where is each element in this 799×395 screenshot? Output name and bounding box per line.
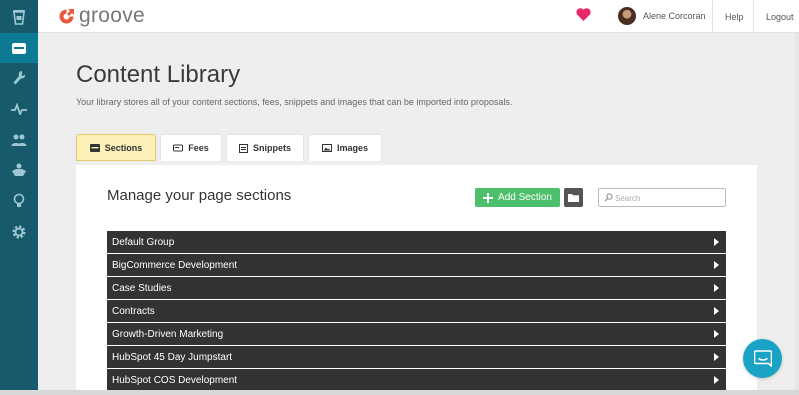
panel-title: Manage your page sections [107, 187, 292, 204]
caret-right-icon [714, 353, 719, 361]
caret-right-icon [714, 238, 719, 246]
sidebar-item-tools[interactable] [0, 63, 38, 93]
tab-label: Images [336, 143, 369, 153]
tab-snippets[interactable]: Snippets [226, 134, 304, 161]
heart-icon[interactable] [576, 8, 591, 21]
group-row-hubspot-jumpstart[interactable]: HubSpot 45 Day Jumpstart [107, 346, 726, 368]
user-name[interactable]: Alene Corcoran [643, 11, 706, 21]
caret-right-icon [714, 376, 719, 384]
add-section-label: Add Section [498, 192, 552, 203]
group-row-default[interactable]: Default Group [107, 231, 726, 253]
group-row-contracts[interactable]: Contracts [107, 300, 726, 322]
chat-launcher-button[interactable] [743, 339, 782, 378]
caret-right-icon [714, 307, 719, 315]
cup-icon [13, 10, 25, 25]
sidebar-item-cup[interactable] [0, 2, 38, 32]
tab-label: Sections [104, 142, 143, 153]
fees-icon [173, 144, 184, 152]
search-icon [604, 193, 613, 202]
library-icon [12, 42, 26, 54]
page-title: Content Library [76, 61, 241, 88]
nav-divider [712, 0, 713, 33]
group-label: HubSpot 45 Day Jumpstart [112, 351, 233, 363]
plus-icon [483, 192, 494, 203]
caret-right-icon [714, 261, 719, 269]
sidebar-item-deals[interactable] [0, 155, 38, 185]
tab-label: Snippets [252, 143, 291, 153]
wrench-icon [13, 71, 26, 85]
caret-right-icon [714, 330, 719, 338]
sidebar-item-ideas[interactable] [0, 186, 38, 216]
sidebar [0, 0, 38, 395]
group-label: HubSpot COS Development [112, 374, 238, 386]
handshake-icon [12, 163, 26, 176]
section-group-list: Default Group BigCommerce Development Ca… [107, 231, 726, 392]
people-icon [11, 134, 27, 146]
new-folder-button[interactable] [564, 188, 583, 207]
caret-right-icon [714, 284, 719, 292]
tab-label: Fees [188, 143, 209, 153]
sidebar-item-activity[interactable] [0, 94, 38, 124]
sidebar-item-contacts[interactable] [0, 125, 38, 155]
groove-logo-icon [59, 8, 74, 23]
pulse-icon [11, 103, 27, 115]
tab-sections[interactable]: Sections [76, 134, 156, 161]
search-box [598, 188, 726, 207]
group-label: BigCommerce Development [112, 259, 238, 271]
horizontal-scrollbar[interactable] [0, 390, 799, 395]
group-row-hubspot-cos[interactable]: HubSpot COS Development [107, 369, 726, 391]
group-label: Default Group [112, 236, 175, 248]
tab-fees[interactable]: Fees [160, 134, 222, 161]
sections-icon [89, 143, 100, 152]
help-link[interactable]: Help [725, 12, 744, 22]
group-row-growth-driven[interactable]: Growth-Driven Marketing [107, 323, 726, 345]
folder-icon [568, 194, 579, 202]
group-label: Case Studies [112, 282, 172, 294]
page-scrollbar[interactable] [795, 33, 799, 395]
add-section-button[interactable]: Add Section [475, 188, 560, 207]
snippets-icon [238, 143, 248, 153]
logo-wordmark: groove [79, 4, 146, 27]
group-label: Contracts [112, 305, 155, 317]
top-bar: groove Alene Corcoran Help Logout [38, 0, 799, 33]
groove-logo[interactable]: groove [58, 4, 146, 27]
search-input[interactable] [615, 191, 720, 205]
sidebar-item-library[interactable] [0, 33, 38, 63]
group-row-case-studies[interactable]: Case Studies [107, 277, 726, 299]
images-icon [321, 144, 332, 152]
page-subtitle: Your library stores all of your content … [76, 97, 513, 107]
lightbulb-icon [13, 193, 25, 207]
sections-panel: Manage your page sections Add Section De… [76, 165, 757, 395]
sidebar-item-settings[interactable] [0, 217, 38, 247]
group-row-bigcommerce[interactable]: BigCommerce Development [107, 254, 726, 276]
chat-icon [753, 350, 772, 367]
gear-icon [12, 225, 26, 239]
tab-images[interactable]: Images [308, 134, 382, 161]
group-label: Growth-Driven Marketing [112, 328, 224, 340]
avatar[interactable] [618, 7, 636, 25]
logout-link[interactable]: Logout [766, 12, 794, 22]
nav-divider [753, 0, 754, 33]
